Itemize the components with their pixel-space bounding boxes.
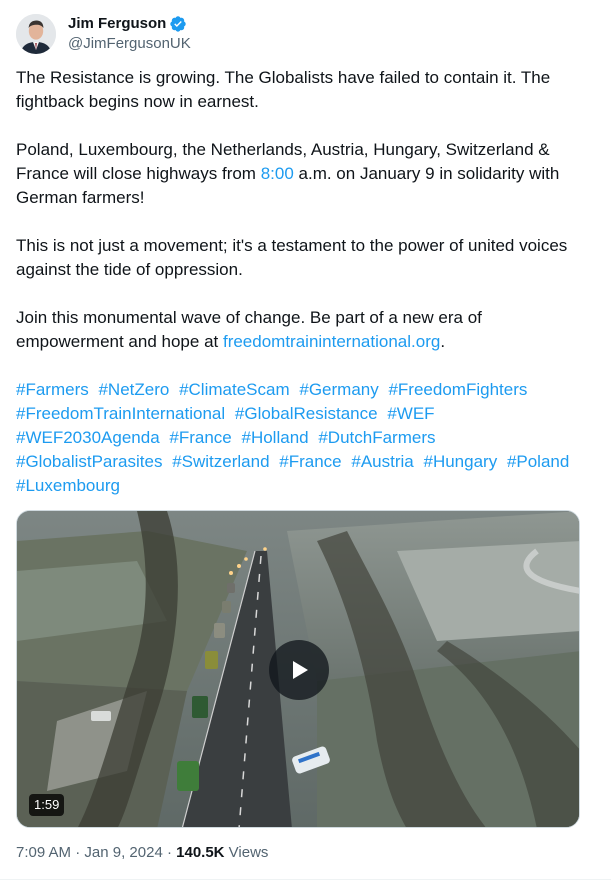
divider — [0, 879, 611, 880]
hashtag-link[interactable]: #Switzerland — [172, 452, 269, 471]
hashtag-link[interactable]: #GlobalistParasites — [16, 452, 162, 471]
meta-separator: · — [71, 844, 85, 861]
hashtag-link[interactable]: #FreedomTrainInternational — [16, 404, 225, 423]
hashtag-link[interactable]: #Farmers — [16, 380, 89, 399]
hashtag-link[interactable]: #Hungary — [423, 452, 497, 471]
website-link[interactable]: freedomtraininternational.org — [223, 332, 440, 351]
hashtag-link[interactable]: #NetZero — [98, 380, 169, 399]
tweet-header: Jim Ferguson @JimFergusonUK — [16, 12, 191, 56]
hashtag-link[interactable]: #France — [279, 452, 341, 471]
author-handle[interactable]: @JimFergusonUK — [68, 34, 191, 54]
avatar[interactable] — [16, 14, 56, 54]
name-row: Jim Ferguson — [68, 14, 191, 34]
hashtag-link[interactable]: #Austria — [351, 452, 413, 471]
hashtag-link[interactable]: #Germany — [299, 380, 378, 399]
views-label: Views — [224, 844, 269, 861]
hashtag-link[interactable]: #France — [169, 428, 231, 447]
display-name[interactable]: Jim Ferguson — [68, 14, 166, 34]
video-player[interactable]: 1:59 — [16, 510, 580, 828]
tweet-meta: 7:09 AM · Jan 9, 2024 · 140.5K Views — [16, 843, 268, 863]
play-icon — [293, 661, 308, 679]
tweet-text: The Resistance is growing. The Globalist… — [16, 66, 586, 498]
tweet-paragraph-2: Poland, Luxembourg, the Netherlands, Aus… — [16, 138, 586, 210]
paragraph-4-text-end: . — [440, 332, 446, 351]
hashtag-link[interactable]: #WEF — [387, 404, 434, 423]
hashtag-link[interactable]: #DutchFarmers — [318, 428, 435, 447]
tweet-paragraph-1: The Resistance is growing. The Globalist… — [16, 68, 551, 111]
hashtag-link[interactable]: #Holland — [242, 428, 309, 447]
hashtag-link[interactable]: #Poland — [507, 452, 569, 471]
verified-badge-icon — [170, 16, 187, 32]
meta-separator: · — [162, 844, 177, 861]
hashtag-list: #Farmers #NetZero #ClimateScam #Germany … — [16, 378, 581, 498]
hashtag-link[interactable]: #ClimateScam — [179, 380, 290, 399]
views-count: 140.5K — [176, 844, 225, 861]
tweet-time[interactable]: 7:09 AM — [16, 844, 71, 861]
tweet: Jim Ferguson @JimFergusonUK The Resistan… — [0, 0, 611, 881]
tweet-paragraph-4: Join this monumental wave of change. Be … — [16, 306, 586, 354]
hashtag-link[interactable]: #GlobalResistance — [235, 404, 378, 423]
tweet-paragraph-3: This is not just a movement; it's a test… — [16, 236, 568, 279]
hashtag-link[interactable]: #WEF2030Agenda — [16, 428, 160, 447]
author-names: Jim Ferguson @JimFergusonUK — [68, 14, 191, 54]
hashtag-link[interactable]: #FreedomFighters — [388, 380, 527, 399]
video-duration: 1:59 — [29, 794, 65, 816]
avatar-image — [16, 14, 56, 54]
hashtag-link[interactable]: #Luxembourg — [16, 476, 120, 495]
time-link[interactable]: 8:00 — [261, 164, 294, 183]
play-button[interactable] — [269, 640, 329, 700]
tweet-date[interactable]: Jan 9, 2024 — [84, 844, 162, 861]
